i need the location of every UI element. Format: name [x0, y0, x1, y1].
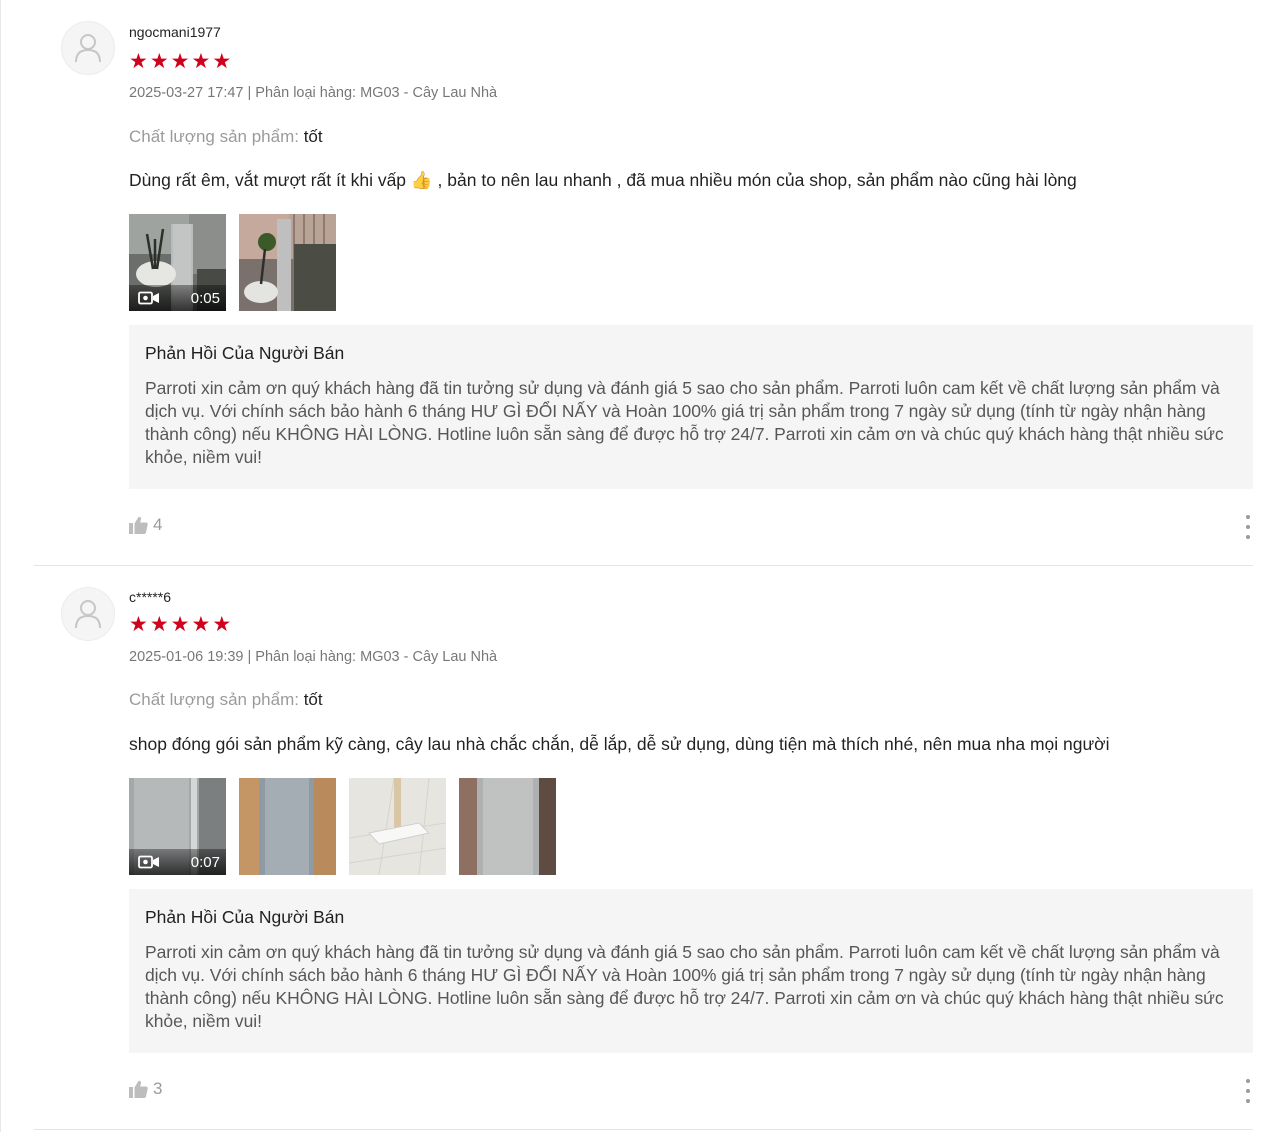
image-thumbnail[interactable] [239, 778, 336, 875]
seller-reply-text: Parroti xin cảm ơn quý khách hàng đã tin… [145, 942, 1224, 1031]
video-thumbnail[interactable]: 0:07 [129, 778, 226, 875]
quality-row: Chất lượng sản phẩm: tốt [129, 690, 323, 710]
video-overlay: 0:05 [129, 285, 226, 311]
seller-reply-title: Phản Hồi Của Người Bán [145, 907, 345, 927]
review-item: ngocmani1977 ★ ★ ★ ★ ★ 2025-03-27 17:47 … [34, 0, 1253, 566]
video-overlay: 0:07 [129, 849, 226, 875]
like-count: 4 [153, 515, 163, 534]
image-thumbnail[interactable] [239, 214, 336, 311]
star-icon: ★ [129, 613, 148, 636]
image-thumbnail-image [239, 778, 336, 875]
seller-reply-text: Parroti xin cảm ơn quý khách hàng đã tin… [145, 378, 1224, 467]
review-comment: shop đóng gói sản phẩm kỹ càng, cây lau … [129, 734, 1110, 754]
quality-label: Chất lượng sản phẩm: [129, 690, 299, 709]
user-placeholder-icon [75, 34, 101, 63]
image-thumbnail[interactable] [349, 778, 446, 875]
user-placeholder-icon [75, 600, 101, 629]
seller-reply: Phản Hồi Của Người Bán Parroti xin cảm ơ… [129, 325, 1253, 489]
image-thumbnail-image [349, 778, 446, 875]
seller-reply: Phản Hồi Của Người Bán Parroti xin cảm ơ… [129, 889, 1253, 1053]
video-camera-icon [138, 855, 159, 869]
avatar[interactable] [61, 21, 115, 75]
quality-value: tốt [303, 690, 323, 709]
star-rating: ★ ★ ★ ★ ★ [129, 51, 231, 72]
thumbs-up-icon [129, 516, 148, 534]
star-rating: ★ ★ ★ ★ ★ [129, 614, 231, 635]
review-media: 0:07 [129, 778, 556, 875]
star-icon: ★ [191, 50, 211, 73]
more-options-icon[interactable] [1243, 515, 1253, 539]
video-duration: 0:05 [190, 289, 220, 307]
review-meta: 2025-03-27 17:47 | Phân loại hàng: MG03 … [129, 85, 498, 101]
like-button[interactable]: 4 [129, 515, 162, 535]
image-thumbnail-image [459, 778, 556, 875]
quality-row: Chất lượng sản phẩm: tốt [129, 127, 323, 147]
image-thumbnail[interactable] [459, 778, 556, 875]
review-meta: 2025-01-06 19:39 | Phân loại hàng: MG03 … [129, 649, 498, 665]
star-icon: ★ [149, 50, 169, 73]
star-icon: ★ [129, 50, 148, 73]
review-item: c*****6 ★ ★ ★ ★ ★ 2025-01-06 19:39 | Phâ… [34, 566, 1253, 1130]
review-comment: Dùng rất êm, vắt mượt rất ít khi vấp 👍 ,… [129, 170, 1077, 190]
seller-reply-title: Phản Hồi Của Người Bán [145, 343, 345, 363]
star-icon: ★ [170, 50, 190, 73]
review-media: 0:05 [129, 214, 336, 311]
like-button[interactable]: 3 [129, 1079, 162, 1099]
like-count: 3 [153, 1079, 163, 1098]
star-icon: ★ [149, 613, 169, 636]
review-username[interactable]: c*****6 [129, 589, 171, 605]
review-username[interactable]: ngocmani1977 [129, 24, 221, 40]
star-icon: ★ [212, 50, 232, 73]
more-options-icon[interactable] [1243, 1079, 1253, 1103]
quality-value: tốt [303, 127, 323, 146]
video-thumbnail[interactable]: 0:05 [129, 214, 226, 311]
video-duration: 0:07 [190, 853, 220, 871]
thumbs-up-icon [129, 1080, 148, 1098]
star-icon: ★ [170, 613, 190, 636]
page-left-border [0, 0, 1, 1132]
video-camera-icon [138, 291, 159, 305]
image-thumbnail-image [239, 214, 336, 311]
star-icon: ★ [212, 613, 232, 636]
avatar[interactable] [61, 587, 115, 641]
quality-label: Chất lượng sản phẩm: [129, 127, 299, 146]
star-icon: ★ [191, 613, 211, 636]
